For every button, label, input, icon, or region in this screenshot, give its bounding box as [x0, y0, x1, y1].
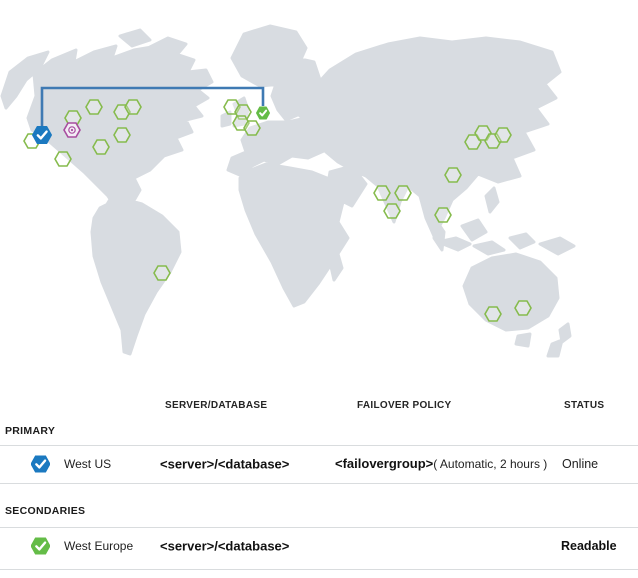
status-value: Readable: [561, 539, 617, 553]
region-hexagon[interactable]: [495, 128, 511, 142]
region-hexagon[interactable]: [374, 186, 390, 200]
failover-group-panel: SERVER/DATABASE FAILOVER POLICY STATUS P…: [0, 0, 638, 578]
region-hexagon[interactable]: [93, 140, 109, 154]
secondaries-section-label: SECONDARIES: [5, 505, 85, 517]
table-row-primary[interactable]: West US <server>/<database> <failovergro…: [0, 445, 638, 483]
primary-region-marker-west-us[interactable]: [33, 127, 52, 144]
divider: [0, 483, 638, 484]
status-value: Online: [562, 457, 598, 471]
failover-policy-cell: <failovergroup>( Automatic, 2 hours ): [335, 455, 547, 473]
secondary-region-marker-west-europe[interactable]: [257, 107, 270, 119]
pending-region-icon[interactable]: [64, 123, 80, 137]
column-header-server-database: SERVER/DATABASE: [165, 400, 267, 411]
server-database-value: <server>/<database>: [160, 539, 289, 554]
region-hexagon[interactable]: [154, 266, 170, 280]
failover-policy-detail: ( Automatic, 2 hours ): [433, 457, 547, 471]
world-map-continents: [2, 26, 574, 356]
region-hexagon[interactable]: [55, 152, 71, 166]
column-header-failover-policy: FAILOVER POLICY: [357, 400, 452, 411]
primary-check-icon: [31, 456, 50, 473]
region-hexagon[interactable]: [244, 121, 260, 135]
region-hexagon[interactable]: [395, 186, 411, 200]
replica-table: SERVER/DATABASE FAILOVER POLICY STATUS P…: [0, 378, 638, 578]
region-hexagon[interactable]: [384, 204, 400, 218]
world-map: [0, 0, 638, 378]
region-hexagon[interactable]: [515, 301, 531, 315]
table-row-secondary[interactable]: West Europe <server>/<database> Readable: [0, 527, 638, 565]
region-hexagon[interactable]: [86, 100, 102, 114]
region-label: West Europe: [64, 539, 133, 553]
region-hexagon[interactable]: [125, 100, 141, 114]
region-hexagon[interactable]: [445, 168, 461, 182]
divider: [0, 569, 638, 570]
server-database-value: <server>/<database>: [160, 457, 289, 472]
region-hexagon[interactable]: [485, 307, 501, 321]
primary-section-label: PRIMARY: [5, 425, 55, 437]
region-hexagon[interactable]: [114, 128, 130, 142]
column-header-status: STATUS: [564, 400, 604, 411]
secondary-check-icon: [31, 538, 50, 555]
failover-group-value: <failovergroup>: [335, 456, 433, 471]
region-label: West US: [64, 457, 111, 471]
region-hexagon[interactable]: [435, 208, 451, 222]
